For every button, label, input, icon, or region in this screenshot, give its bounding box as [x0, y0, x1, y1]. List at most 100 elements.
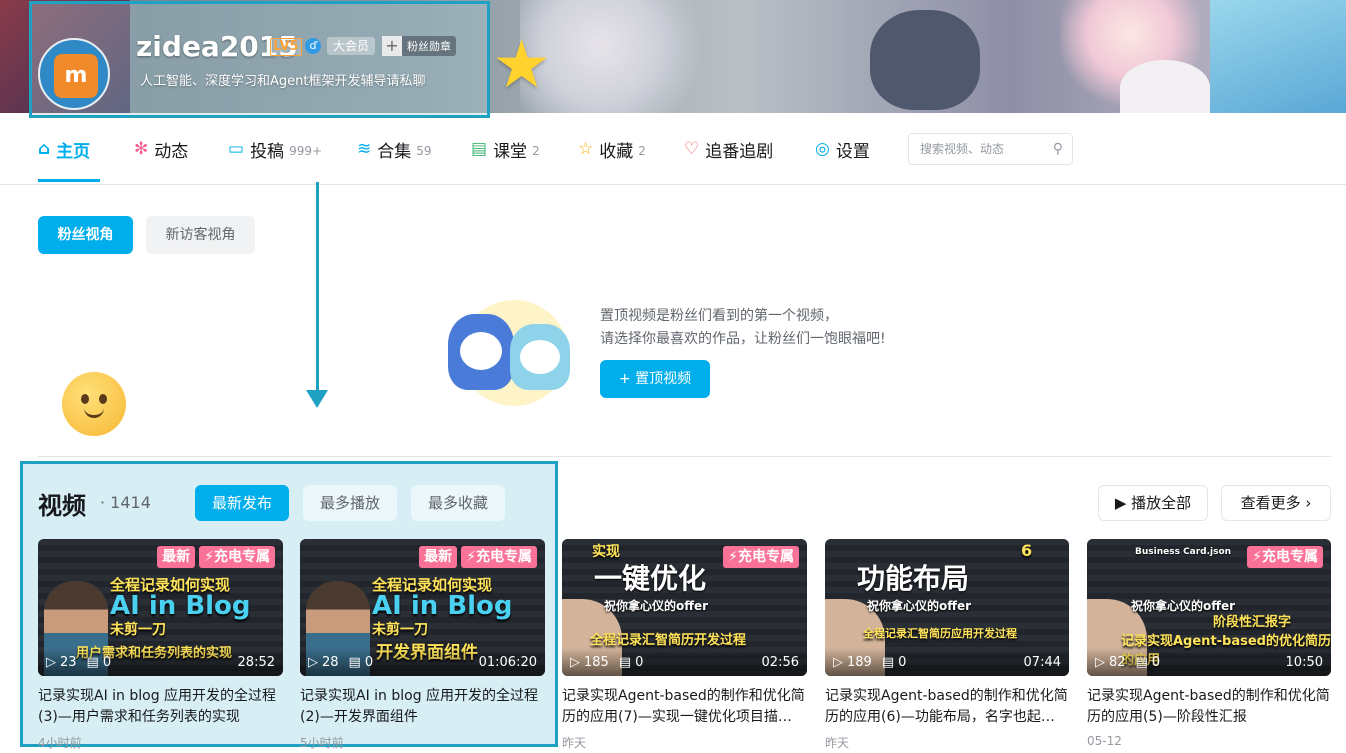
video-thumbnail[interactable]: 6 功能布局 祝你拿心仪的offer 全程记录汇智简历应用开发过程 ▷ 189 ▤…: [825, 539, 1069, 676]
thumb-text: 一键优化: [594, 562, 707, 595]
tab-count: 59: [416, 143, 432, 158]
user-signature[interactable]: 人工智能、深度学习和Agent框架开发辅导请私聊: [140, 70, 425, 89]
video-card[interactable]: 实现 一键优化 祝你拿心仪的offer 全程记录汇智简历开发过程 ⚡充电专属 ▷…: [562, 539, 807, 751]
thumb-text: 6: [1021, 541, 1033, 560]
danmaku-count: 0: [898, 654, 907, 670]
tab-dynamics[interactable]: ✻ 动态: [134, 113, 188, 185]
fan-view-button[interactable]: 粉丝视角: [38, 216, 133, 254]
video-stats: ▷ 28 ▤ 0 01:06:20: [300, 648, 545, 676]
fan-badge-label: 粉丝勋章: [407, 40, 451, 53]
section-divider: [38, 456, 1331, 457]
tab-bangumi[interactable]: ♡ 追番追剧: [684, 113, 773, 185]
video-duration: 02:56: [761, 654, 799, 670]
play-count-icon: ▷: [1095, 654, 1105, 670]
tab-label: 投稿: [250, 141, 285, 162]
annotation-arrow-head: [306, 390, 328, 408]
heart-icon: ♡: [684, 139, 700, 159]
video-tags: ⚡充电专属: [723, 546, 799, 568]
tab-label: 收藏: [599, 141, 634, 162]
thumb-text: 全程记录汇智简历应用开发过程: [863, 627, 1017, 640]
play-count: 82: [1109, 654, 1126, 670]
view-more-button[interactable]: 查看更多 ›: [1221, 485, 1331, 521]
settings-icon: ◎: [815, 139, 830, 159]
avatar-logo-icon: m: [54, 54, 98, 98]
charge-exclusive-tag: ⚡充电专属: [1247, 546, 1323, 568]
play-all-button[interactable]: ▶ 播放全部: [1098, 485, 1208, 521]
tab-favorites[interactable]: ☆ 收藏 2: [578, 113, 646, 185]
video-stats: ▷ 189 ▤ 0 07:44: [825, 648, 1069, 676]
thumb-text: 祝你拿心仪的offer: [867, 599, 972, 613]
play-count: 185: [584, 654, 609, 670]
tab-collections[interactable]: ≋ 合集 59: [357, 113, 432, 185]
video-thumbnail[interactable]: 全程记录如何实现 AI in Blog 未剪一刀 用户需求和任务列表的实现 最新…: [38, 539, 283, 676]
vip-badge[interactable]: 大会员: [327, 37, 376, 55]
video-title[interactable]: 记录实现AI in blog 应用开发的全过程(2)—开发界面组件: [300, 686, 545, 728]
thumb-text: Business Card.json: [1135, 547, 1232, 557]
videos-title: 视频: [38, 492, 86, 520]
video-title[interactable]: 记录实现AI in blog 应用开发的全过程(3)—用户需求和任务列表的实现: [38, 686, 283, 728]
video-date: 昨天: [562, 736, 587, 750]
sort-latest-button[interactable]: 最新发布: [195, 485, 289, 521]
pinwheel-icon: ✻: [134, 139, 149, 159]
sort-most-played-button[interactable]: 最多播放: [303, 485, 397, 521]
plus-icon: +: [382, 36, 402, 56]
search-icon[interactable]: ⚲: [1053, 134, 1063, 164]
visitor-view-button[interactable]: 新访客视角: [146, 216, 255, 254]
video-tags: 最新 ⚡充电专属: [157, 546, 275, 568]
tv-icon: ▭: [228, 139, 245, 159]
video-tags: ⚡充电专属: [1247, 546, 1323, 568]
charge-exclusive-tag: ⚡充电专属: [723, 546, 799, 568]
play-count: 28: [322, 654, 339, 670]
video-duration: 01:06:20: [478, 654, 537, 670]
danmaku-count: 0: [102, 654, 112, 670]
tab-label: 主页: [56, 141, 91, 162]
search-input[interactable]: 搜索视频、动态 ⚲: [908, 133, 1073, 165]
pinned-hint: 置顶视频是粉丝们看到的第一个视频， 请选择你最喜欢的作品，让粉丝们一饱眼福吧!: [600, 305, 886, 351]
danmaku-count: 0: [364, 654, 374, 670]
play-count-icon: ▷: [308, 654, 318, 670]
video-thumbnail[interactable]: 实现 一键优化 祝你拿心仪的offer 全程记录汇智简历开发过程 ⚡充电专属 ▷…: [562, 539, 807, 676]
banner-art-hair: [1210, 0, 1346, 113]
tab-courses[interactable]: ▤ 课堂 2: [471, 113, 540, 185]
video-stats: ▷ 82 ▤ 0 10:50: [1087, 648, 1331, 676]
profile-nav: ⌂ 主页 ✻ 动态 ▭ 投稿 999+ ≋ 合集 59 ▤ 课堂 2 ☆ 收藏 …: [0, 113, 1346, 185]
thumb-text: 未剪一刀: [372, 622, 428, 638]
tab-uploads[interactable]: ▭ 投稿 999+: [228, 113, 322, 185]
video-card[interactable]: 全程记录如何实现 AI in Blog 未剪一刀 用户需求和任务列表的实现 最新…: [38, 539, 283, 751]
pinned-hint-line2: 请选择你最喜欢的作品，让粉丝们一饱眼福吧!: [600, 331, 886, 347]
banner-art-bear: [870, 10, 980, 110]
avatar[interactable]: m: [38, 38, 110, 110]
video-stats: ▷ 185 ▤ 0 02:56: [562, 648, 807, 676]
video-title[interactable]: 记录实现Agent-based的制作和优化简历的应用(7)—实现一键优化项目描…: [562, 686, 807, 728]
thumb-text: AI in Blog: [110, 591, 251, 621]
video-date: 昨天: [825, 736, 850, 750]
videos-count-value: 1414: [110, 493, 151, 512]
video-thumbnail[interactable]: 全程记录如何实现 AI in Blog 未剪一刀 开发界面组件 最新 ⚡充电专属…: [300, 539, 545, 676]
danmaku-icon: ▤: [881, 654, 895, 670]
video-date: 05-12: [1087, 734, 1122, 748]
video-thumbnail[interactable]: Business Card.json 祝你拿心仪的offer 阶段性汇报字 记录…: [1087, 539, 1331, 676]
video-card[interactable]: 6 功能布局 祝你拿心仪的offer 全程记录汇智简历应用开发过程 ▷ 189 ▤…: [825, 539, 1069, 751]
thumb-text: 祝你拿心仪的offer: [604, 599, 709, 613]
play-count-icon: ▷: [570, 654, 580, 670]
video-stats: ▷ 23 ▤ 0 28:52: [38, 648, 283, 676]
sort-most-favorited-button[interactable]: 最多收藏: [411, 485, 505, 521]
video-card[interactable]: Business Card.json 祝你拿心仪的offer 阶段性汇报字 记录…: [1087, 539, 1331, 748]
smiley-emoji-icon: [62, 372, 126, 436]
tab-settings[interactable]: ◎ 设置: [815, 113, 870, 185]
fan-badge[interactable]: + 粉丝勋章: [382, 36, 456, 56]
tab-label: 追番追剧: [705, 141, 774, 162]
pin-video-button[interactable]: + 置顶视频: [600, 360, 710, 398]
tab-home[interactable]: ⌂ 主页: [38, 113, 90, 185]
video-date: 5小时前: [300, 736, 344, 750]
danmaku-count: 0: [635, 654, 644, 670]
video-title[interactable]: 记录实现Agent-based的制作和优化简历的应用(5)—阶段性汇报: [1087, 686, 1331, 728]
search-placeholder: 搜索视频、动态: [920, 142, 1005, 156]
tab-count: 2: [532, 143, 540, 158]
level-badge: LV5: [270, 38, 302, 56]
video-title[interactable]: 记录实现Agent-based的制作和优化简历的应用(6)—功能布局，名字也起…: [825, 686, 1069, 728]
video-card[interactable]: 全程记录如何实现 AI in Blog 未剪一刀 开发界面组件 最新 ⚡充电专属…: [300, 539, 545, 751]
tab-label: 课堂: [493, 141, 528, 162]
tab-label: 合集: [377, 141, 412, 162]
danmaku-count: 0: [1151, 654, 1161, 670]
